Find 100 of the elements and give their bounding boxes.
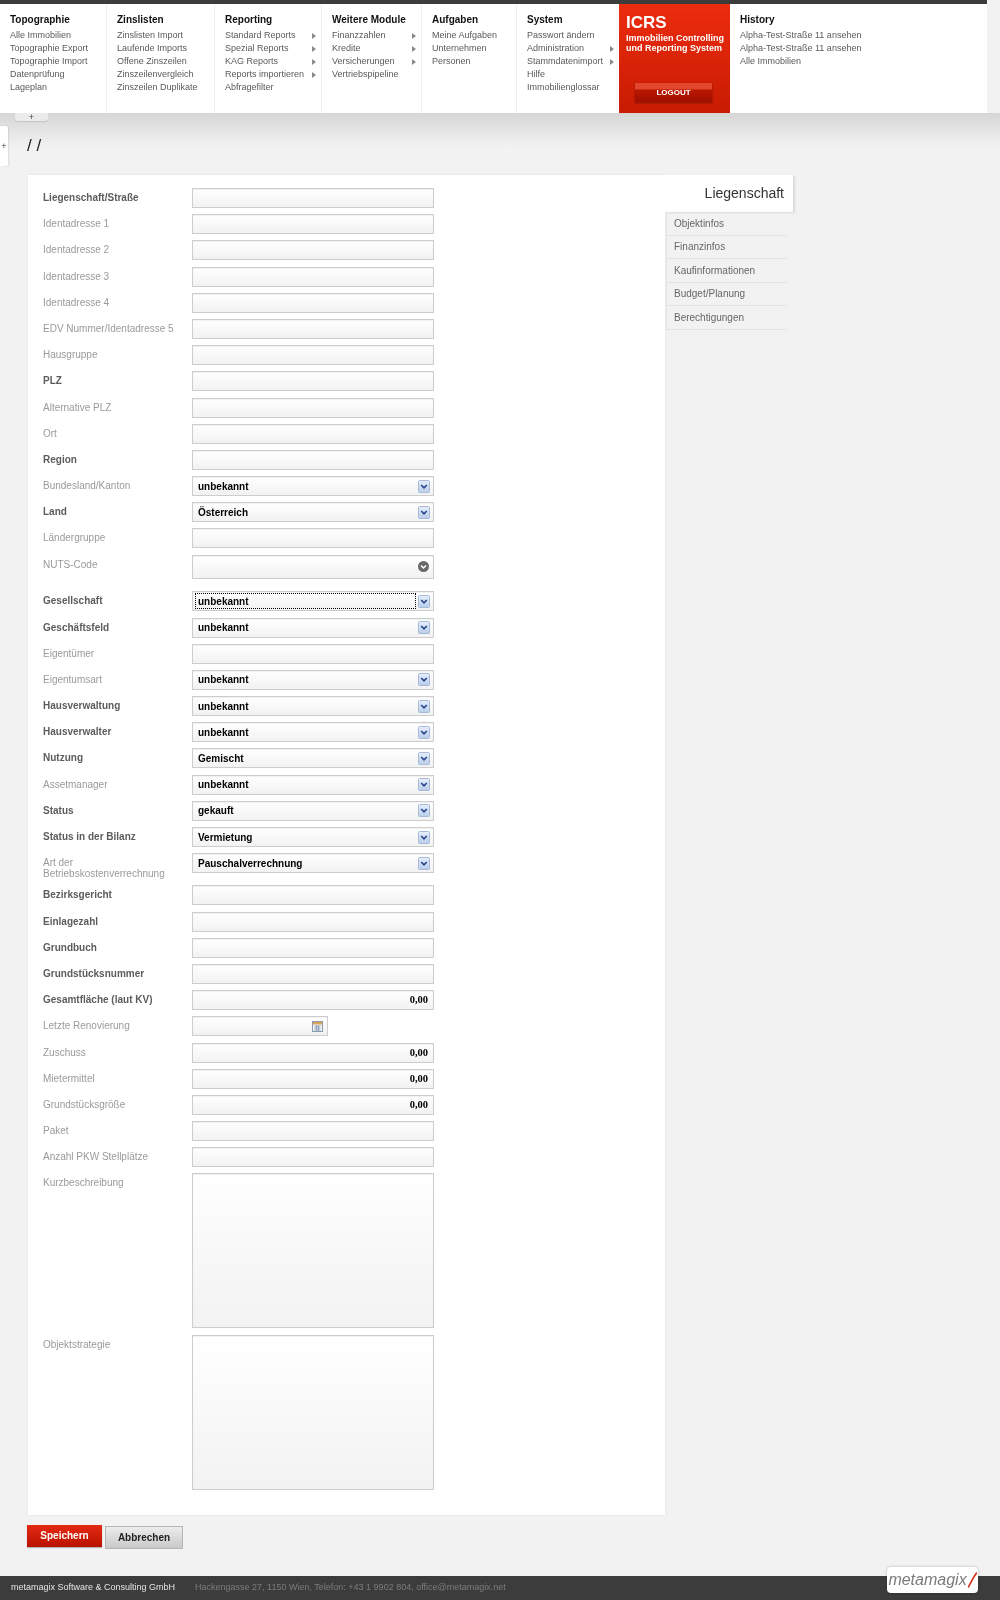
field-label: Identadresse 1	[43, 217, 111, 230]
menu-link[interactable]: Abfragefilter	[225, 81, 321, 94]
text-field[interactable]	[192, 528, 434, 549]
menu-link[interactable]: Vertriebspipeline	[332, 68, 421, 81]
tab[interactable]: Liegenschaft	[665, 175, 793, 212]
text-field[interactable]	[192, 266, 434, 287]
number-field[interactable]: 0,00	[192, 1094, 434, 1115]
history-link[interactable]: Alpha-Test-Straße 11 ansehen	[740, 29, 862, 42]
text-field[interactable]	[192, 1121, 434, 1142]
text-field[interactable]	[192, 423, 434, 444]
menu-link[interactable]: Lageplan	[10, 81, 106, 94]
menu-link[interactable]: Topographie Export	[10, 42, 106, 55]
select-field[interactable]: Pauschalverrechnung	[192, 853, 434, 874]
menu-link[interactable]: Alle Immobilien	[10, 29, 106, 42]
menu-link[interactable]: Zinszeilen Duplikate	[117, 81, 214, 94]
menu-link[interactable]: Reports importieren	[225, 68, 321, 81]
select-field[interactable]: Gemischt	[192, 748, 434, 769]
chevron-down-icon	[418, 804, 430, 818]
text-area[interactable]	[192, 1334, 434, 1490]
menu-link[interactable]: Offene Zinszeilen	[117, 55, 214, 68]
menu-link[interactable]: Topographie Import	[10, 55, 106, 68]
logout-button[interactable]: LOGOUT	[635, 83, 712, 102]
history-link[interactable]: Alpha-Test-Straße 11 ansehen	[740, 42, 862, 55]
text-field[interactable]	[192, 449, 434, 470]
text-field[interactable]	[192, 643, 434, 664]
select-field[interactable]: unbekannt	[192, 591, 434, 612]
text-field[interactable]	[192, 885, 434, 906]
select-field[interactable]: Österreich	[192, 502, 434, 523]
tab[interactable]: Finanzinfos	[666, 235, 787, 259]
select-field[interactable]: unbekannt	[192, 669, 434, 690]
text-field[interactable]	[192, 188, 434, 208]
menu-link[interactable]: Zinslisten Import	[117, 29, 214, 42]
text-field[interactable]	[192, 1147, 434, 1168]
text-field[interactable]	[192, 911, 434, 932]
menu-link[interactable]: Zinszeilenvergleich	[117, 68, 214, 81]
select-field[interactable]: unbekannt	[192, 722, 434, 743]
select-field[interactable]: gekauft	[192, 800, 434, 821]
menu-link[interactable]: Finanzzahlen	[332, 29, 421, 42]
menu-link[interactable]: Spezial Reports	[225, 42, 321, 55]
menu-link[interactable]: Immobilienglossar	[527, 81, 619, 94]
menu-link[interactable]: Standard Reports	[225, 29, 321, 42]
tab[interactable]: Berechtigungen	[666, 306, 787, 330]
field-label: Liegenschaft/Straße	[43, 191, 140, 203]
text-field[interactable]	[192, 397, 434, 418]
field-label: Bezirksgericht	[43, 888, 113, 901]
number-field[interactable]: 0,00	[192, 1042, 434, 1063]
select-field[interactable]: unbekannt	[192, 617, 434, 638]
chevron-down-icon	[418, 561, 429, 573]
field-label: Kurzbeschreibung	[43, 1176, 125, 1189]
save-button[interactable]: Speichern	[27, 1524, 102, 1547]
add-tab-button[interactable]: +	[15, 113, 48, 121]
tab[interactable]: Kaufinformationen	[666, 259, 787, 283]
chevron-down-icon	[418, 725, 430, 739]
menu-link[interactable]: Versicherungen	[332, 55, 421, 68]
text-field[interactable]	[192, 318, 434, 339]
menu-link[interactable]: Kredite	[332, 42, 421, 55]
number-field[interactable]: 0,00	[192, 1068, 434, 1089]
text-field[interactable]	[192, 240, 434, 261]
chevron-down-icon	[418, 621, 430, 634]
text-field[interactable]	[192, 963, 434, 984]
tab[interactable]: Budget/Planung	[666, 282, 787, 306]
select-field[interactable]: unbekannt	[192, 696, 434, 717]
menu-link[interactable]: Stammdatenimport	[527, 55, 619, 68]
text-field[interactable]	[192, 214, 434, 235]
menu-link[interactable]: Personen	[432, 55, 516, 68]
tab[interactable]: Objektinfos	[666, 212, 787, 236]
select-field[interactable]: unbekannt	[192, 774, 434, 795]
text-field[interactable]	[192, 345, 434, 366]
select-field[interactable]: unbekannt	[192, 476, 434, 497]
text-field[interactable]	[192, 371, 434, 392]
history-link[interactable]: Alle Immobilien	[740, 55, 802, 68]
text-area[interactable]	[192, 1173, 434, 1329]
cancel-button[interactable]: Abbrechen	[105, 1525, 183, 1549]
combo-field[interactable]	[192, 554, 434, 580]
menu-link[interactable]: Passwort ändern	[527, 29, 619, 42]
menu-link[interactable]: Hilfe	[527, 68, 619, 81]
menu-heading: Topographie	[10, 13, 71, 27]
field-label: NUTS-Code	[43, 557, 99, 570]
menu-link[interactable]: Datenprüfung	[10, 68, 106, 81]
date-field[interactable]	[192, 1016, 328, 1037]
menu-link[interactable]: Laufende Imports	[117, 42, 214, 55]
chevron-down-icon	[418, 673, 430, 687]
select-field[interactable]: Vermietung	[192, 827, 434, 847]
field-label: Ort	[43, 426, 58, 439]
menu-link[interactable]: Unternehmen	[432, 42, 516, 55]
menu-link[interactable]: Administration	[527, 42, 619, 55]
side-tab-button[interactable]: +	[0, 126, 8, 166]
chevron-down-icon	[418, 751, 430, 765]
field-label: Status	[43, 803, 75, 816]
field-label: Hausverwaltung	[43, 699, 122, 712]
text-field[interactable]	[192, 937, 434, 958]
menu-link[interactable]: Meine Aufgaben	[432, 29, 516, 42]
logo-text: metamagix	[888, 1571, 967, 1589]
calendar-icon[interactable]	[312, 1020, 323, 1032]
menu-link[interactable]: KAG Reports	[225, 55, 321, 68]
number-field[interactable]: 0,00	[192, 990, 434, 1011]
field-label: Geschäftsfeld	[43, 620, 111, 633]
field-label: Anzahl PKW Stellplätze	[43, 1150, 150, 1163]
text-field[interactable]	[192, 292, 434, 313]
company-name: metamagix Software & Consulting GmbH	[11, 1581, 176, 1595]
